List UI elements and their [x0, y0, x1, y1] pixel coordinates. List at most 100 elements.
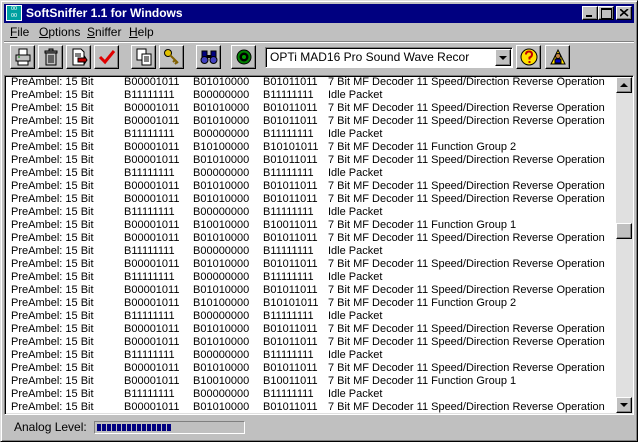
title-bar[interactable]: OO OO SoftSniffer 1.1 for Windows: [4, 4, 634, 23]
byte1-cell: B11111111: [124, 349, 175, 361]
checksum-cell: B11111111: [263, 206, 314, 218]
log-row[interactable]: PreAmbel: 15 Bit B11111111 B00000000 B11111…: [7, 349, 617, 362]
byte2-cell: B01010000: [193, 115, 250, 127]
menu-sniffer[interactable]: Sniffer: [87, 25, 121, 40]
byte2-cell: B00000000: [193, 206, 250, 218]
scroll-down-button[interactable]: [616, 397, 632, 413]
key-button[interactable]: [159, 45, 184, 69]
preamble-cell: PreAmbel: 15 Bit: [11, 115, 94, 127]
device-select-value: OPTi MAD16 Pro Sound Wave Recor: [270, 50, 470, 64]
log-row[interactable]: PreAmbel: 15 Bit B00001011 B10100000 B10101…: [7, 141, 617, 154]
check-button[interactable]: [94, 45, 119, 69]
byte2-cell: B00000000: [193, 128, 250, 140]
preamble-cell: PreAmbel: 15 Bit: [11, 76, 94, 88]
log-row[interactable]: PreAmbel: 15 Bit B00001011 B10010000 B10011…: [7, 219, 617, 232]
log-row[interactable]: PreAmbel: 15 Bit B11111111 B00000000 B11111…: [7, 245, 617, 258]
byte1-cell: B00001011: [124, 232, 180, 244]
level-block: [142, 424, 146, 431]
log-row[interactable]: PreAmbel: 15 Bit B11111111 B00000000 B11111…: [7, 388, 617, 401]
packet-log-list: PreAmbel: 15 Bit B00001011 B01010000 B01011…: [7, 76, 617, 414]
checksum-cell: B10011011: [263, 375, 318, 387]
scroll-up-button[interactable]: [616, 77, 632, 93]
log-row[interactable]: PreAmbel: 15 Bit B00001011 B01010000 B01011…: [7, 336, 617, 349]
level-block: [107, 424, 111, 431]
log-row[interactable]: PreAmbel: 15 Bit B00001011 B01010000 B01011…: [7, 232, 617, 245]
byte1-cell: B00001011: [124, 336, 180, 348]
help-button[interactable]: [516, 45, 541, 69]
log-row[interactable]: PreAmbel: 15 Bit B00001011 B01010000 B01011…: [7, 193, 617, 206]
byte2-cell: B01010000: [193, 284, 250, 296]
level-block: [167, 424, 171, 431]
log-row[interactable]: PreAmbel: 15 Bit B11111111 B00000000 B11111…: [7, 271, 617, 284]
level-block: [112, 424, 116, 431]
checksum-cell: B11111111: [263, 128, 314, 140]
log-row[interactable]: PreAmbel: 15 Bit B11111111 B00000000 B11111…: [7, 206, 617, 219]
log-row[interactable]: PreAmbel: 15 Bit B00001011 B01010000 B01011…: [7, 180, 617, 193]
checksum-cell: B11111111: [263, 349, 314, 361]
maximize-button[interactable]: [598, 6, 614, 20]
about-icon: [550, 48, 566, 65]
log-row[interactable]: PreAmbel: 15 Bit B11111111 B00000000 B11111…: [7, 167, 617, 180]
log-row[interactable]: PreAmbel: 15 Bit B00001011 B01010000 B01011…: [7, 401, 617, 414]
preamble-cell: PreAmbel: 15 Bit: [11, 102, 94, 114]
connect-button[interactable]: [231, 45, 256, 69]
menu-file[interactable]: File: [10, 25, 29, 40]
log-row[interactable]: PreAmbel: 15 Bit B11111111 B00000000 B11111…: [7, 310, 617, 323]
minimize-button[interactable]: [582, 6, 598, 20]
scroll-thumb[interactable]: [616, 223, 632, 239]
app-icon[interactable]: OO OO: [6, 5, 22, 21]
byte2-cell: B00000000: [193, 89, 250, 101]
about-button[interactable]: [545, 45, 570, 69]
menu-options[interactable]: Options: [39, 25, 80, 40]
byte1-cell: B00001011: [124, 375, 180, 387]
log-row[interactable]: PreAmbel: 15 Bit B11111111 B00000000 B11111…: [7, 89, 617, 102]
device-select[interactable]: OPTi MAD16 Pro Sound Wave Recor: [265, 47, 513, 68]
close-button[interactable]: [616, 6, 632, 20]
menu-bar: File Options Sniffer Help: [4, 24, 634, 41]
export-button[interactable]: [66, 45, 91, 69]
packet-log[interactable]: PreAmbel: 15 Bit B00001011 B01010000 B01011…: [4, 75, 634, 415]
preamble-cell: PreAmbel: 15 Bit: [11, 154, 94, 166]
log-row[interactable]: PreAmbel: 15 Bit B00001011 B01010000 B01011…: [7, 76, 617, 89]
log-row[interactable]: PreAmbel: 15 Bit B00001011 B10100000 B10101…: [7, 297, 617, 310]
description-cell: Idle Packet: [328, 349, 383, 361]
log-row[interactable]: PreAmbel: 15 Bit B00001011 B01010000 B01011…: [7, 362, 617, 375]
checksum-cell: B11111111: [263, 388, 314, 400]
level-block: [97, 424, 101, 431]
trash-icon: [44, 48, 58, 66]
log-row[interactable]: PreAmbel: 15 Bit B00001011 B01010000 B01011…: [7, 284, 617, 297]
delete-button[interactable]: [38, 45, 63, 69]
log-row[interactable]: PreAmbel: 15 Bit B00001011 B10010000 B10011…: [7, 375, 617, 388]
preamble-cell: PreAmbel: 15 Bit: [11, 193, 94, 205]
copy-button[interactable]: [131, 45, 156, 69]
find-button[interactable]: [196, 45, 221, 69]
print-button[interactable]: [10, 45, 35, 69]
level-block: [152, 424, 156, 431]
byte2-cell: B01010000: [193, 180, 250, 192]
checksum-cell: B01011011: [263, 180, 318, 192]
app-icon-text-top: OO: [10, 6, 18, 12]
app-icon-text-bottom: OO: [10, 13, 18, 19]
preamble-cell: PreAmbel: 15 Bit: [11, 336, 94, 348]
preamble-cell: PreAmbel: 15 Bit: [11, 180, 94, 192]
log-row[interactable]: PreAmbel: 15 Bit B00001011 B01010000 B01011…: [7, 323, 617, 336]
level-block: [157, 424, 161, 431]
log-row[interactable]: PreAmbel: 15 Bit B00001011 B01010000 B01011…: [7, 258, 617, 271]
checksum-cell: B01011011: [263, 362, 318, 374]
description-cell: Idle Packet: [328, 271, 383, 283]
vertical-scrollbar[interactable]: [616, 77, 632, 413]
chevron-down-icon[interactable]: [495, 49, 511, 66]
checkmark-icon: [98, 50, 116, 65]
level-block: [137, 424, 141, 431]
description-cell: 7 Bit MF Decoder 11 Speed/Direction Reve…: [328, 232, 605, 244]
byte2-cell: B10010000: [193, 219, 250, 231]
log-row[interactable]: PreAmbel: 15 Bit B00001011 B01010000 B01011…: [7, 115, 617, 128]
log-row[interactable]: PreAmbel: 15 Bit B00001011 B01010000 B01011…: [7, 102, 617, 115]
description-cell: 7 Bit MF Decoder 11 Function Group 2: [328, 141, 517, 153]
byte1-cell: B00001011: [124, 154, 180, 166]
description-cell: Idle Packet: [328, 167, 383, 179]
log-row[interactable]: PreAmbel: 15 Bit B00001011 B01010000 B01011…: [7, 154, 617, 167]
log-row[interactable]: PreAmbel: 15 Bit B11111111 B00000000 B11111…: [7, 128, 617, 141]
menu-help[interactable]: Help: [129, 25, 154, 40]
preamble-cell: PreAmbel: 15 Bit: [11, 232, 94, 244]
